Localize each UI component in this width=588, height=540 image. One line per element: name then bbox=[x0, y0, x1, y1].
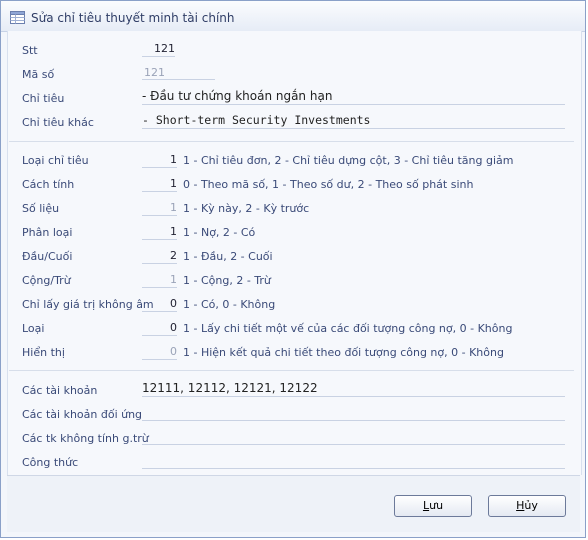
chi-lay-gia-tri-khong-am-input[interactable]: 0 bbox=[142, 296, 177, 312]
stt-label: Stt bbox=[22, 44, 38, 57]
window-title: Sửa chỉ tiêu thuyết minh tài chính bbox=[31, 11, 235, 25]
loai-chi-tieu-desc: 1 - Chỉ tiêu đơn, 2 - Chỉ tiêu dựng cột,… bbox=[183, 154, 514, 167]
cong-thuc-input[interactable] bbox=[142, 453, 565, 469]
cac-tai-khoan-label: Các tài khoản bbox=[22, 384, 98, 397]
cac-tai-khoan-doi-ung-input[interactable] bbox=[142, 405, 565, 421]
cancel-button[interactable]: Hủy bbox=[488, 495, 566, 517]
chi-tieu-label: Chỉ tiêu bbox=[22, 92, 65, 105]
loai-label: Loại bbox=[22, 322, 45, 335]
cac-tk-khong-tinh-label: Các tk không tính g.trừ bbox=[22, 432, 149, 445]
cac-tai-khoan-input[interactable]: 12111, 12112, 12121, 12122 bbox=[142, 381, 565, 397]
ma-so-label: Mã số bbox=[22, 68, 55, 81]
cach-tinh-label: Cách tính bbox=[22, 178, 75, 191]
dau-cuoi-input[interactable]: 2 bbox=[142, 248, 177, 264]
dau-cuoi-desc: 1 - Đầu, 2 - Cuối bbox=[183, 250, 273, 263]
cac-tai-khoan-doi-ung-label: Các tài khoản đối ứng bbox=[22, 408, 143, 421]
hien-thi-desc: 1 - Hiện kết quả chi tiết theo đối tượng… bbox=[183, 346, 504, 359]
cancel-button-post: ủy bbox=[524, 499, 538, 512]
chi-tieu-input[interactable]: - Đầu tư chứng khoán ngắn hạn bbox=[142, 89, 565, 105]
so-lieu-label: Số liệu bbox=[22, 202, 60, 215]
cong-thuc-label: Công thức bbox=[22, 456, 79, 469]
separator bbox=[9, 370, 574, 371]
so-lieu-input[interactable]: 1 bbox=[142, 200, 177, 216]
stt-input[interactable]: 121 bbox=[142, 41, 175, 57]
separator bbox=[9, 141, 574, 142]
phan-loai-desc: 1 - Nợ, 2 - Có bbox=[183, 226, 256, 239]
title-bar: Sửa chỉ tiêu thuyết minh tài chính bbox=[1, 1, 585, 32]
cong-tru-input[interactable]: 1 bbox=[142, 272, 177, 288]
phan-loai-label: Phân loại bbox=[22, 226, 73, 239]
dialog-window: Sửa chỉ tiêu thuyết minh tài chính Stt 1… bbox=[0, 0, 586, 538]
cac-tk-khong-tinh-input[interactable] bbox=[142, 429, 565, 445]
loai-desc: 1 - Lấy chi tiết một vế của các đối tượn… bbox=[183, 322, 513, 335]
cong-tru-label: Cộng/Trừ bbox=[22, 274, 71, 287]
chi-lay-gia-tri-khong-am-desc: 1 - Có, 0 - Không bbox=[183, 298, 276, 311]
loai-chi-tieu-label: Loại chỉ tiêu bbox=[22, 154, 89, 167]
form-table-icon bbox=[10, 11, 25, 24]
hien-thi-label: Hiển thị bbox=[22, 346, 65, 359]
save-button-post: ưu bbox=[429, 499, 444, 512]
loai-chi-tieu-input[interactable]: 1 bbox=[142, 152, 177, 168]
chi-tieu-khac-input[interactable]: - Short-term Security Investments bbox=[142, 113, 565, 129]
chi-tieu-khac-label: Chỉ tiêu khác bbox=[22, 116, 94, 129]
save-button[interactable]: Lưu bbox=[394, 495, 472, 517]
chi-lay-gia-tri-khong-am-label: Chỉ lấy giá trị không âm bbox=[22, 298, 154, 311]
dau-cuoi-label: Đầu/Cuối bbox=[22, 250, 73, 263]
loai-input[interactable]: 0 bbox=[142, 320, 177, 336]
cach-tinh-desc: 0 - Theo mã số, 1 - Theo số dư, 2 - Theo… bbox=[183, 178, 474, 191]
cach-tinh-input[interactable]: 1 bbox=[142, 176, 177, 192]
so-lieu-desc: 1 - Kỳ này, 2 - Kỳ trước bbox=[183, 202, 310, 215]
hien-thi-input[interactable]: 0 bbox=[142, 344, 177, 360]
phan-loai-input[interactable]: 1 bbox=[142, 224, 177, 240]
cong-tru-desc: 1 - Cộng, 2 - Trừ bbox=[183, 274, 271, 287]
ma-so-input[interactable]: 121 bbox=[142, 65, 215, 80]
